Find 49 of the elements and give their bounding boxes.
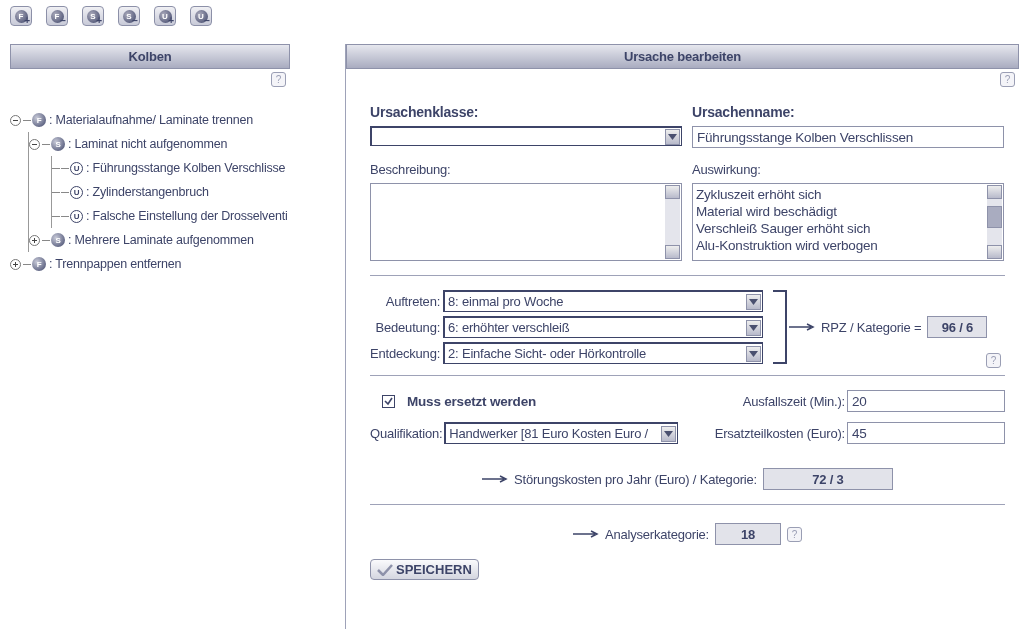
dropdown[interactable]: Handwerker [81 Euro Kosten Euro / [444, 422, 679, 444]
save-button[interactable]: SPEICHERN [370, 559, 479, 580]
dropdown[interactable]: 8: einmal pro Woche [443, 290, 764, 312]
result-label: Analyserkategorie: [604, 526, 710, 542]
node-badge: U [70, 185, 83, 199]
panel-header: Kolben [10, 44, 290, 69]
result-value: 72 / 3 [762, 468, 893, 490]
input-field[interactable]: 45 [847, 422, 1005, 444]
panel-header: Ursache bearbeiten [346, 44, 1019, 69]
field-label: Ursachenname: [692, 104, 796, 120]
arrow-icon [789, 323, 816, 331]
dropdown[interactable]: 6: erhöhter verschleiß [443, 316, 764, 338]
field-label: Qualifikation: [370, 425, 443, 441]
field-label: Auswirkung: [692, 162, 762, 177]
checkmark-icon [377, 563, 393, 576]
dropdown[interactable]: 2: Einfache Sicht- oder Hörkontrolle [443, 342, 764, 364]
node-badge: S [51, 137, 65, 151]
result-value: 18 [715, 523, 782, 545]
node-badge: F [32, 257, 46, 271]
arrow-icon [482, 475, 509, 483]
list-box[interactable]: Zykluszeit erhöht sich Material wird beschädigt Verschleiß Sauger erhöht sich Alu-Konstruktion wird verbogen [692, 183, 1004, 261]
tree-item[interactable]: : Trennpappen entfernen [49, 257, 182, 271]
field-label: Ursachenklasse: [370, 104, 480, 120]
field-label: Beschreibung: [370, 162, 452, 177]
rpz-value: 96 / 6 [927, 316, 988, 338]
result-label: Störungskosten pro Jahr (Euro) / Kategorie: [514, 471, 757, 487]
rpz-label: RPZ / Kategorie = [821, 319, 922, 335]
checkbox[interactable] [382, 394, 395, 408]
checkbox-label: Muss ersetzt werden [407, 393, 536, 409]
field-label: Ausfallszeit (Min.): [742, 393, 845, 409]
tree-item[interactable]: : Zylinderstangenbruch [86, 185, 209, 199]
tree-item[interactable]: : Mehrere Laminate aufgenommen [68, 233, 254, 247]
node-badge: U [70, 209, 83, 223]
tree-item[interactable]: : Materialaufnahme/ Laminate trennen [49, 113, 254, 127]
tree-item[interactable]: : Führungsstange Kolben Verschlisse [86, 161, 286, 175]
dropdown[interactable] [370, 126, 682, 146]
text-area[interactable] [370, 183, 682, 261]
node-badge: U [70, 161, 83, 175]
tree-item[interactable]: : Falsche Einstellung der Drosselventi [86, 209, 288, 223]
arrow-icon [572, 530, 599, 538]
node-badge: F [32, 113, 46, 127]
input-field[interactable]: 20 [847, 390, 1005, 412]
field-label: Bedeutung: [375, 319, 441, 335]
node-badge: S [51, 233, 65, 247]
input-field[interactable]: Führungsstange Kolben Verschlissen [692, 126, 1004, 148]
field-label: Auftreten: [385, 293, 441, 309]
field-label: Ersatzteilkosten (Euro): [714, 425, 845, 441]
tree-item[interactable]: : Laminat nicht aufgenommen [68, 137, 228, 151]
field-label: Entdeckung: [370, 345, 441, 361]
